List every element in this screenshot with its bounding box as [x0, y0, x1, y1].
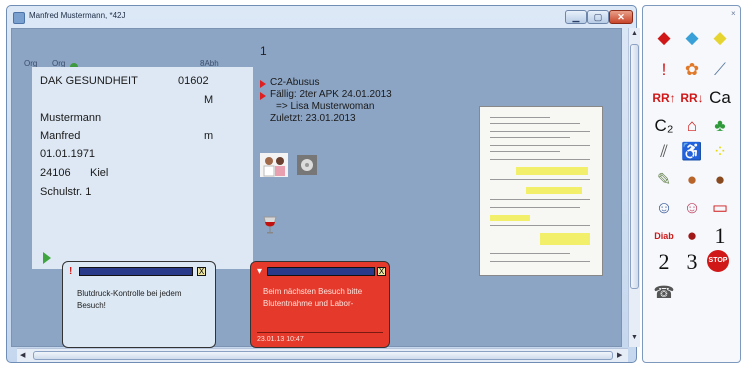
diab-icon[interactable]: Diab: [651, 224, 677, 248]
pen-icon[interactable]: ✎: [651, 168, 677, 192]
alert-arrow-icon: [260, 80, 266, 88]
scanned-document[interactable]: [479, 106, 603, 276]
bird-icon[interactable]: ●: [679, 168, 705, 192]
app-icon: [13, 12, 25, 24]
exclamation-icon: !: [69, 266, 73, 277]
house-icon[interactable]: ⌂: [679, 114, 705, 138]
exclamation-icon[interactable]: !: [651, 58, 677, 82]
first-name: Manfred: [40, 130, 81, 142]
message-title-bar: [79, 267, 193, 276]
message-text: Blutdruck-Kontrolle bei jedem Besuch!: [77, 289, 182, 310]
turkey-icon[interactable]: ●: [707, 168, 733, 192]
stop-icon[interactable]: STOP: [707, 250, 729, 272]
maximize-button[interactable]: ▢: [587, 10, 609, 24]
window-title: Manfred Mustermann, *42J: [29, 11, 126, 20]
insurance-name: DAK GESUNDHEIT: [40, 75, 138, 87]
message-close-button[interactable]: X: [377, 267, 386, 276]
sex: m: [204, 130, 214, 142]
info-line-1: C2-Abusus: [270, 77, 320, 88]
info-line-3: => Lisa Musterwoman: [276, 101, 375, 112]
message-title-bar: [267, 267, 375, 276]
play-arrow-icon[interactable]: [43, 252, 51, 264]
tube-icon[interactable]: ▭: [707, 196, 733, 220]
insurance-code: 01602: [178, 75, 209, 87]
scroll-down-icon[interactable]: ▼: [631, 334, 638, 341]
blind-icon[interactable]: ⁘: [707, 140, 733, 164]
message-close-button[interactable]: X: [197, 267, 206, 276]
close-button[interactable]: ✕: [609, 10, 633, 24]
doctor-icon[interactable]: ☺: [651, 196, 677, 220]
turtle-icon[interactable]: ●: [679, 224, 705, 248]
insurance-status: M: [204, 94, 214, 106]
one-icon[interactable]: 1: [707, 224, 733, 248]
title-bar[interactable]: Manfred Mustermann, *42J ▁ ▢ ✕: [7, 6, 636, 28]
vertical-scrollbar[interactable]: ▲ ▼: [628, 28, 640, 347]
scroll-right-icon[interactable]: ▶: [617, 351, 622, 359]
message-text: Beim nächsten Besuch bitte Blutentnahme …: [263, 287, 363, 308]
vertical-scroll-thumb[interactable]: [630, 44, 639, 289]
c2-icon[interactable]: C₂: [651, 114, 677, 138]
message-date: 23.01.13 10:47: [257, 336, 304, 343]
wine-glass-icon[interactable]: [262, 215, 278, 235]
rr-up-icon[interactable]: RR↑: [651, 86, 677, 110]
city: Kiel: [90, 167, 109, 179]
pills-icon[interactable]: [297, 155, 317, 175]
alert-arrow-icon: [260, 92, 266, 100]
horizontal-scrollbar[interactable]: ◀ ▶: [17, 348, 628, 362]
minimize-button[interactable]: ▁: [565, 10, 587, 24]
red-note-icon[interactable]: ◆: [651, 26, 677, 50]
yellow-note-icon[interactable]: ◆: [707, 26, 733, 50]
patient-window: Manfred Mustermann, *42J ▁ ▢ ✕ Org Org 8…: [6, 5, 640, 363]
divider: [257, 332, 383, 333]
calcium-icon[interactable]: Ca: [707, 86, 733, 110]
panel-close-button[interactable]: ×: [731, 9, 736, 18]
clover-icon[interactable]: ♣: [707, 114, 733, 138]
last-name: Mustermann: [40, 112, 102, 124]
crutches-icon[interactable]: ⫽: [651, 140, 677, 164]
icon-palette-panel: × ◆ ◆ ◆! ✿ ⟋ RR↑ RR↓ Ca C₂ ⌂ ♣ ⫽ ♿ ⁘ ✎ ● ● ☺ ☺ ▭ Diab ● 1 2 3 STO…: [642, 5, 741, 363]
rr-down-icon[interactable]: RR↓: [679, 86, 705, 110]
message-note-lab[interactable]: ▾ X Beim nächsten Besuch bitte Blutentna…: [250, 261, 390, 348]
nurse-icon[interactable]: ☺: [679, 196, 705, 220]
birth-date: 01.01.1971: [40, 148, 96, 160]
wheelchair-icon[interactable]: ♿: [679, 140, 705, 164]
flower-icon[interactable]: ✿: [679, 58, 705, 82]
info-line-2: Fällig: 2ter APK 24.01.2013: [270, 89, 392, 100]
street: Schulstr. 1: [40, 186, 92, 198]
message-note-bp[interactable]: ! X Blutdruck-Kontrolle bei jedem Besuch…: [62, 261, 216, 348]
scroll-left-icon[interactable]: ◀: [20, 351, 25, 359]
scroll-up-icon[interactable]: ▲: [631, 30, 638, 37]
zip-code: 24106: [40, 167, 71, 179]
patient-card[interactable]: DAK GESUNDHEIT 01602 M Mustermann Manfre…: [32, 67, 253, 269]
two-icon[interactable]: 2: [651, 250, 677, 274]
blue-note-icon[interactable]: ◆: [679, 26, 705, 50]
syringe-icon[interactable]: ⟋: [707, 58, 733, 82]
pin-icon: ▾: [257, 266, 263, 277]
horizontal-scroll-thumb[interactable]: [33, 351, 613, 360]
info-line-4: Zuletzt: 23.01.2013: [270, 113, 356, 124]
three-icon[interactable]: 3: [679, 250, 705, 274]
phone-icon[interactable]: ☎: [651, 281, 677, 305]
counter: 1: [260, 44, 267, 58]
doctors-icon[interactable]: [260, 153, 288, 177]
